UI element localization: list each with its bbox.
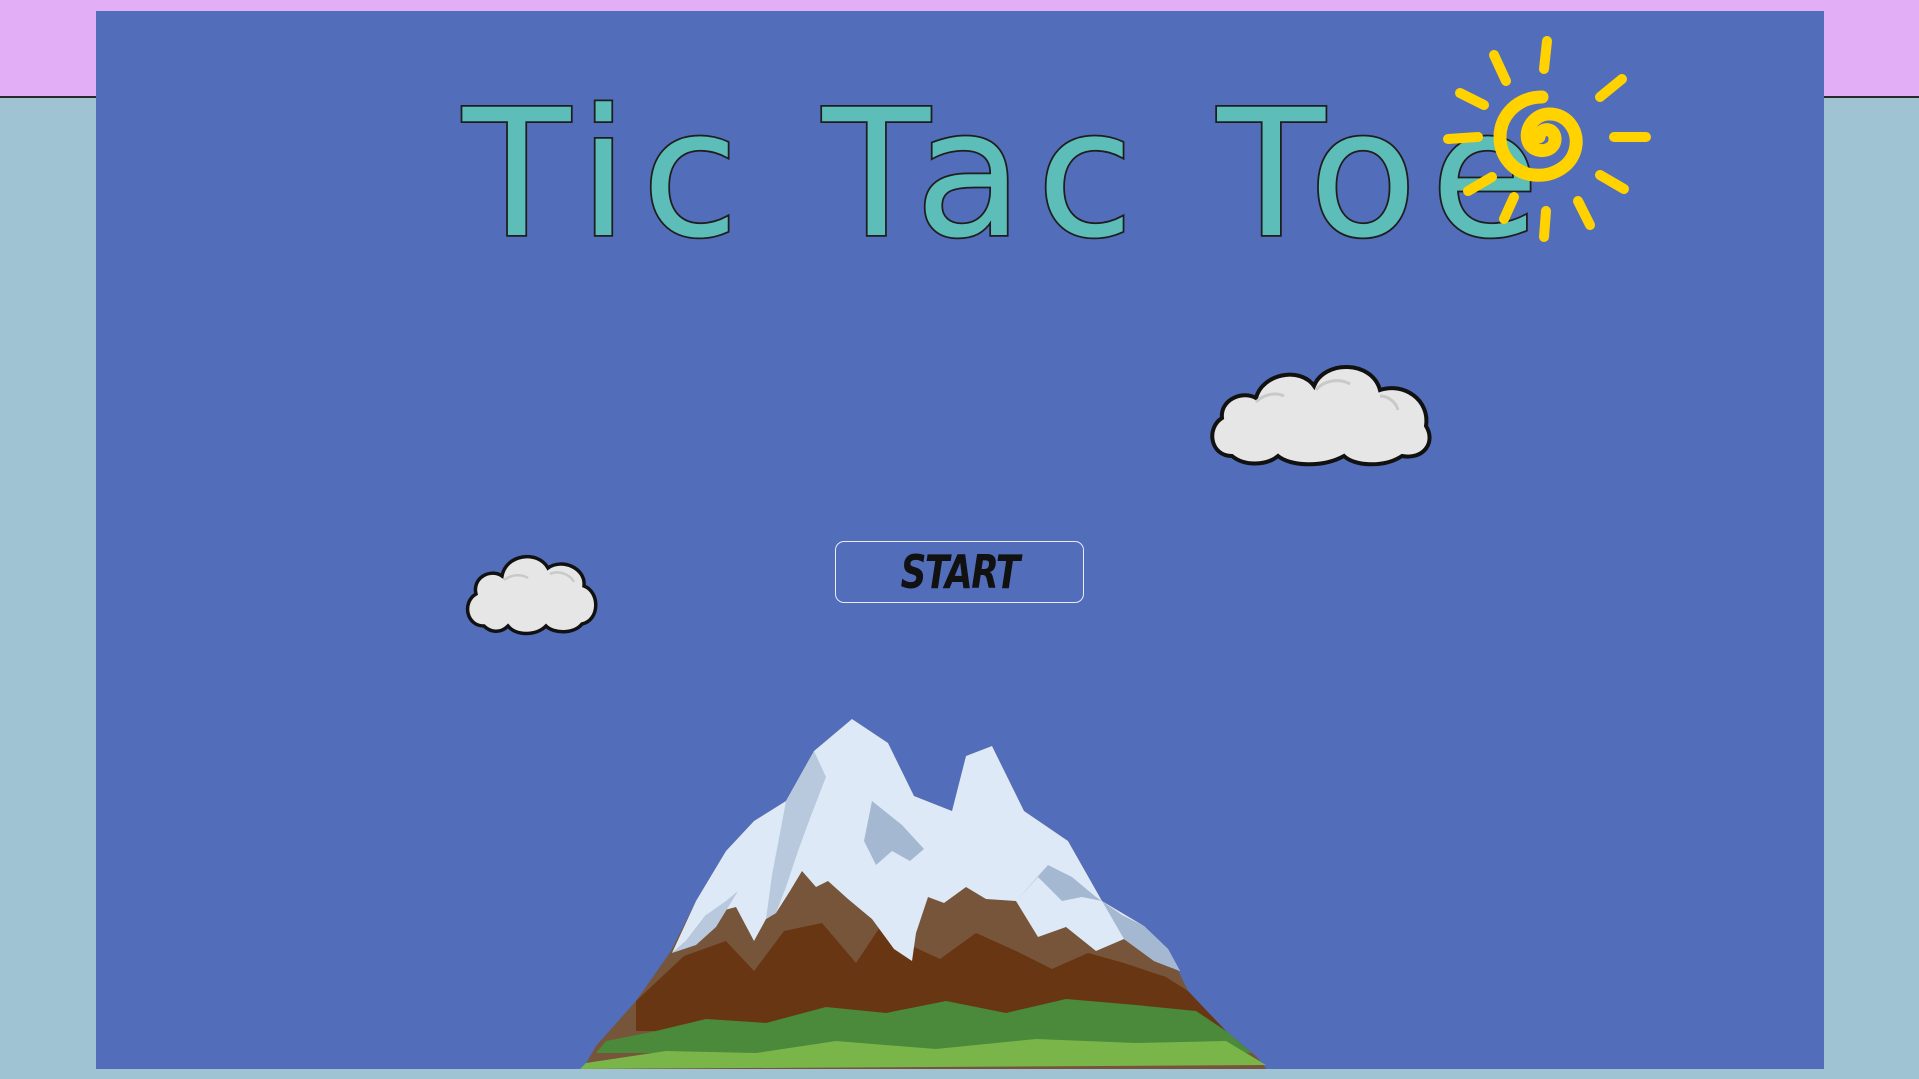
game-stage: Tic Tac Toe START — [96, 11, 1824, 1069]
mountain-illustration — [580, 719, 1267, 1069]
sun-icon — [1443, 36, 1651, 242]
cloud-icon — [465, 554, 598, 636]
game-title-text: Tic Tac Toe — [462, 72, 1553, 271]
start-button-label: START — [900, 545, 1021, 599]
cloud-icon — [1210, 365, 1432, 467]
start-button[interactable]: START — [835, 541, 1084, 603]
